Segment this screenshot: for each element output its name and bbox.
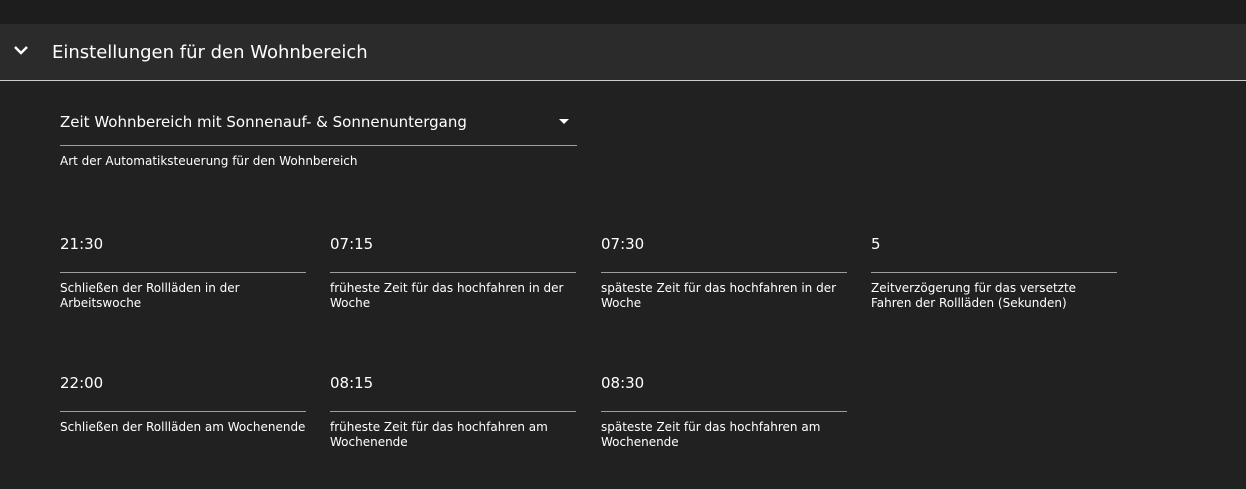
time-input[interactable]: 07:15 bbox=[330, 235, 576, 273]
field-delay-seconds: 5 Zeitverzögerung für das versetzte Fahr… bbox=[871, 235, 1117, 311]
field-close-weekend: 22:00 Schließen der Rollläden am Wochene… bbox=[60, 374, 306, 435]
time-input[interactable]: 22:00 bbox=[60, 374, 306, 412]
field-label: Schließen der Rollläden in der Arbeitswo… bbox=[60, 281, 240, 310]
time-input[interactable]: 07:30 bbox=[601, 235, 847, 273]
time-input[interactable]: 08:30 bbox=[601, 374, 847, 412]
time-input[interactable]: 21:30 bbox=[60, 235, 306, 273]
field-label: späteste Zeit für das hochfahren am Woch… bbox=[601, 420, 821, 449]
field-close-workweek: 21:30 Schließen der Rollläden in der Arb… bbox=[60, 235, 306, 311]
field-latest-open-week: 07:30 späteste Zeit für das hochfahren i… bbox=[601, 235, 847, 311]
field-latest-open-weekend: 08:30 späteste Zeit für das hochfahren a… bbox=[601, 374, 847, 450]
time-input[interactable]: 08:15 bbox=[330, 374, 576, 412]
field-label: früheste Zeit für das hochfahren am Woch… bbox=[330, 420, 548, 449]
input-value: 08:15 bbox=[330, 374, 374, 392]
select-helper-text: Art der Automatiksteuerung für den Wohnb… bbox=[60, 154, 358, 168]
field-label: Schließen der Rollläden am Wochenende bbox=[60, 420, 306, 434]
input-value: 07:30 bbox=[601, 235, 645, 253]
field-earliest-open-week: 07:15 früheste Zeit für das hochfahren i… bbox=[330, 235, 576, 311]
input-value: 5 bbox=[871, 235, 881, 253]
panel-header[interactable]: Einstellungen für den Wohnbereich bbox=[0, 24, 1246, 81]
select-value: Zeit Wohnbereich mit Sonnenauf- & Sonnen… bbox=[60, 113, 467, 131]
chevron-down-icon[interactable] bbox=[13, 42, 29, 58]
input-value: 07:15 bbox=[330, 235, 374, 253]
top-bar bbox=[0, 0, 1246, 24]
field-label: Zeitverzögerung für das versetzte Fahren… bbox=[871, 281, 1077, 310]
field-label: späteste Zeit für das hochfahren in der … bbox=[601, 281, 837, 310]
input-value: 22:00 bbox=[60, 374, 104, 392]
input-value: 08:30 bbox=[601, 374, 645, 392]
dropdown-arrow-icon[interactable] bbox=[559, 119, 569, 124]
field-label: früheste Zeit für das hochfahren in der … bbox=[330, 281, 564, 310]
panel-title: Einstellungen für den Wohnbereich bbox=[52, 42, 368, 63]
automation-mode-select[interactable]: Zeit Wohnbereich mit Sonnenauf- & Sonnen… bbox=[60, 102, 577, 146]
number-input[interactable]: 5 bbox=[871, 235, 1117, 273]
input-value: 21:30 bbox=[60, 235, 104, 253]
field-earliest-open-weekend: 08:15 früheste Zeit für das hochfahren a… bbox=[330, 374, 576, 450]
